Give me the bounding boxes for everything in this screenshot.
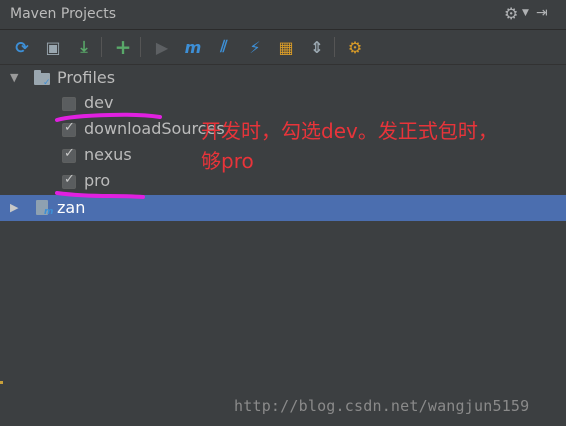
- dev-underline: [55, 112, 162, 122]
- annotation-line-2: 够pro: [201, 149, 254, 173]
- watermark: http://blog.csdn.net/wangjun5159: [234, 397, 530, 415]
- annotation-underlines: [55, 112, 162, 199]
- pro-underline: [55, 191, 145, 199]
- edge-marker: [0, 381, 3, 384]
- annotation-line-1: 开发时，勾选dev。发正式包时，: [201, 119, 498, 143]
